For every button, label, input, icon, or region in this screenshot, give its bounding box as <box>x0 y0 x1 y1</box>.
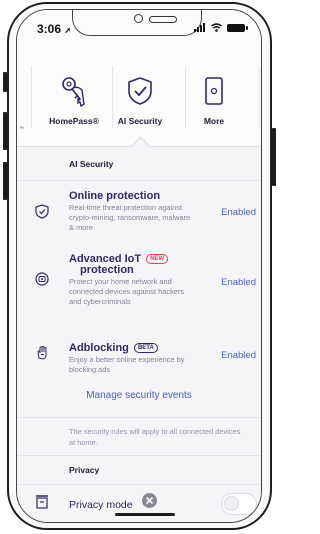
nav-item-homepass[interactable]: HomePass® <box>39 76 109 126</box>
security-note: The security rules will apply to all con… <box>69 427 241 447</box>
speaker-icon <box>149 16 177 23</box>
divider <box>17 484 261 485</box>
privacy-mode-toggle[interactable] <box>221 493 257 515</box>
row-title: Online protection <box>69 190 161 202</box>
nav-label-ai-security: AI Security <box>117 116 163 126</box>
manage-security-events-link[interactable]: Manage security events <box>17 390 261 401</box>
status-bar: 3:06 ➚ <box>17 10 261 46</box>
hand-block-icon <box>37 346 47 360</box>
screen: 3:06 ➚ ™ HomePass® AI Security More AI S… <box>16 9 262 523</box>
nav-label-homepass: HomePass® <box>49 116 99 126</box>
battery-icon <box>227 23 248 32</box>
shield-check-icon <box>35 204 49 219</box>
nav-divider <box>259 66 260 128</box>
nav-item-more[interactable]: More <box>179 76 249 126</box>
new-badge: NEW <box>146 254 169 264</box>
toggle-knob <box>224 496 239 511</box>
power-button <box>272 128 276 186</box>
row-description: Protect your home network and connected … <box>69 277 185 307</box>
divider <box>17 180 261 181</box>
row-title-continued: protection <box>80 264 134 276</box>
home-indicator[interactable] <box>115 513 175 516</box>
divider <box>17 417 261 418</box>
location-arrow-icon: ➚ <box>64 26 72 35</box>
status-icons <box>194 23 248 32</box>
privacy-cabinet-icon <box>36 495 48 509</box>
status-enabled[interactable]: Enabled <box>221 277 256 288</box>
close-icon <box>145 496 154 505</box>
status-time: 3:06 ➚ <box>37 22 72 36</box>
row-description: Real-time threat protection against cryp… <box>69 203 191 233</box>
wifi-icon <box>211 23 222 32</box>
divider <box>17 455 261 456</box>
keys-icon <box>62 77 85 108</box>
signal-icon <box>194 23 205 32</box>
beta-badge: BETA <box>133 343 158 353</box>
previous-item-fragment: ™ <box>19 126 24 132</box>
section-title-privacy: Privacy <box>69 465 100 475</box>
camera-icon <box>134 14 143 23</box>
close-button[interactable] <box>142 493 157 508</box>
notch <box>72 10 202 36</box>
section-title-ai-security: AI Security <box>69 159 114 169</box>
status-enabled[interactable]: Enabled <box>221 350 256 361</box>
nav-divider <box>31 66 32 128</box>
device-icon <box>205 77 223 105</box>
shield-check-icon <box>128 77 152 105</box>
feature-carousel: ™ HomePass® AI Security More <box>17 46 261 155</box>
nav-label-more: More <box>203 116 225 126</box>
row-description: Enjoy a better online experience by bloc… <box>69 355 185 375</box>
security-panel: AI Security Online protection Real-time … <box>17 147 261 522</box>
iot-device-icon <box>35 272 49 286</box>
nav-item-ai-security[interactable]: AI Security <box>105 76 175 126</box>
row-title: Adblocking BETA <box>69 342 158 354</box>
status-enabled[interactable]: Enabled <box>221 207 256 218</box>
privacy-mode-label: Privacy mode <box>69 499 133 511</box>
